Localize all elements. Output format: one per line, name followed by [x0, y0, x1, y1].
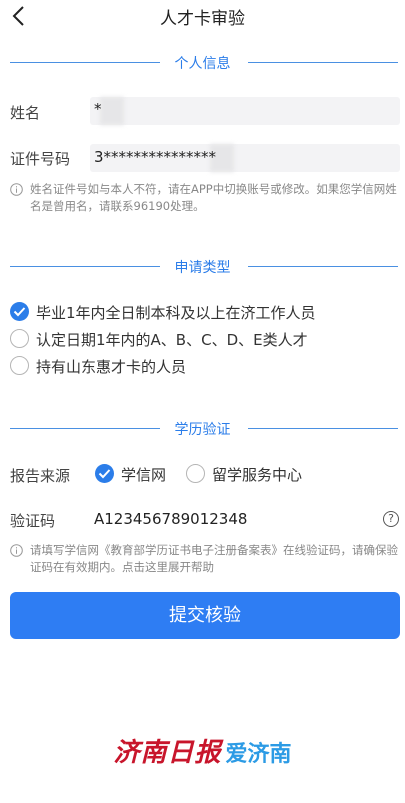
section-header-apply-type: 申请类型 — [0, 256, 405, 276]
source-label: 报告来源 — [10, 467, 71, 485]
source-option-cscse[interactable]: 留学服务中心 — [186, 464, 316, 486]
name-label: 姓名 — [10, 104, 41, 122]
name-field[interactable] — [90, 97, 400, 125]
section-title: 申请类型 — [174, 260, 231, 276]
info-icon — [10, 183, 23, 196]
code-label: 验证码 — [10, 512, 56, 530]
education-note[interactable]: 请填写学信网《教育部学历证书电子注册备案表》在线验证码，请确保验证码在有效期内。… — [10, 542, 402, 576]
id-value: 3*************** — [94, 148, 217, 166]
radio-checked-icon[interactable] — [95, 464, 114, 483]
radio-checked-icon[interactable] — [10, 302, 29, 321]
code-input[interactable]: A123456789012348 — [94, 510, 374, 528]
name-value: * — [94, 100, 102, 118]
radio-unchecked-icon[interactable] — [10, 356, 29, 375]
radio-unchecked-icon[interactable] — [10, 329, 29, 348]
nav-bar: 人才卡审验 — [0, 0, 405, 34]
personal-note: 姓名证件号如与本人不符，请在APP中切换账号或修改。如果您学信网姓名是曾用名，请… — [10, 181, 402, 215]
submit-button[interactable]: 提交核验 — [10, 592, 400, 639]
watermark-logo: 济南日报 爱济南 — [0, 732, 405, 772]
section-header-education: 学历验证 — [0, 418, 405, 438]
apply-option-huicai-card[interactable]: 持有山东惠才卡的人员 — [10, 356, 350, 378]
watermark-paper: 济南日报 — [113, 738, 222, 768]
source-option-chsi[interactable]: 学信网 — [95, 464, 175, 486]
info-icon — [10, 544, 23, 557]
section-header-personal: 个人信息 — [0, 52, 405, 72]
watermark-app: 爱济南 — [225, 742, 292, 767]
apply-option-graduate[interactable]: 毕业1年内全日制本科及以上在济工作人员 — [10, 302, 350, 324]
radio-unchecked-icon[interactable] — [186, 464, 205, 483]
name-mask — [100, 97, 124, 125]
page-title: 人才卡审验 — [160, 9, 245, 29]
section-title: 个人信息 — [174, 56, 231, 72]
help-icon[interactable]: ? — [383, 511, 399, 527]
id-label: 证件号码 — [10, 150, 71, 168]
apply-option-certified-talent[interactable]: 认定日期1年内的A、B、C、D、E类人才 — [10, 329, 350, 351]
section-title: 学历验证 — [174, 422, 231, 438]
